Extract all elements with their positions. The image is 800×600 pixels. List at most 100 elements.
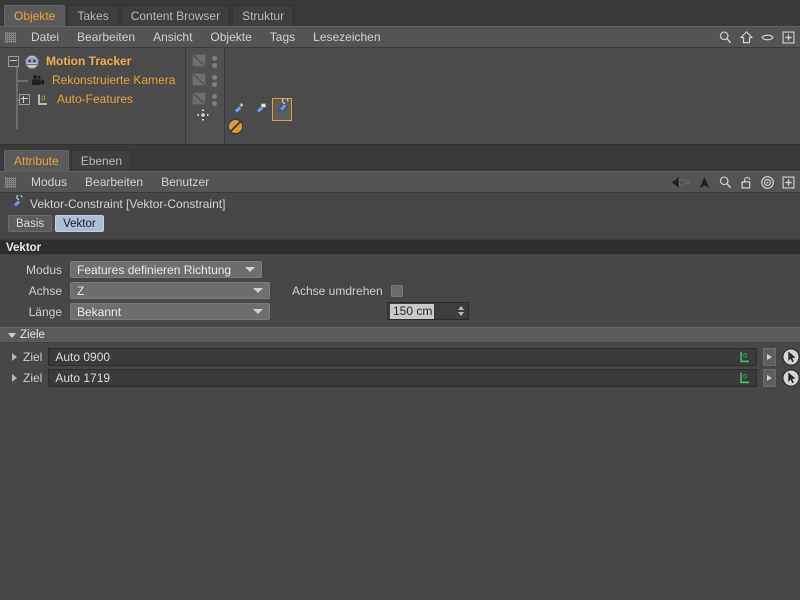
tree-collapse-toggle[interactable]	[8, 56, 19, 67]
dropdown-achse-value: Z	[77, 283, 85, 298]
tab-takes[interactable]: Takes	[67, 5, 119, 26]
section-ziele-label: Ziele	[20, 329, 45, 341]
vector-constraint-tag-add-icon[interactable]	[228, 101, 246, 119]
drag-grip-icon[interactable]	[5, 176, 16, 188]
field-row-modus: Modus Features definieren Richtung	[0, 259, 800, 280]
camera-icon	[32, 74, 44, 85]
chevron-down-icon[interactable]	[8, 332, 16, 338]
object-row-motion-tracker[interactable]: Motion Tracker	[0, 52, 800, 71]
svg-text:0: 0	[41, 95, 45, 102]
arrow-right-icon	[767, 374, 772, 381]
object-manager-menubar: Datei Bearbeiten Ansicht Objekte Tags Le…	[0, 26, 800, 48]
visibility-dots[interactable]	[211, 94, 218, 106]
ziel-expand-button-0[interactable]	[763, 347, 776, 366]
param-tab-vektor[interactable]: Vektor	[55, 215, 104, 232]
render-visibility-dot[interactable]	[212, 63, 217, 68]
vector-constraint-tag-active-icon	[276, 97, 289, 113]
menu-ansicht[interactable]: Ansicht	[144, 27, 201, 47]
object-enable-toggle[interactable]	[192, 54, 206, 67]
object-name: Rekonstruierte Kamera	[52, 73, 176, 87]
menu-bearbeiten[interactable]: Bearbeiten	[68, 27, 144, 47]
menu-objekte[interactable]: Objekte	[201, 27, 260, 47]
editor-visibility-dot[interactable]	[212, 75, 217, 80]
unlock-icon[interactable]	[739, 175, 754, 190]
ziel-value: Auto 1719	[55, 370, 111, 385]
object-manager-tree[interactable]: Motion Tracker Rekonstruierte Kamera 0 A…	[0, 48, 800, 145]
spinner-down-icon[interactable]	[458, 312, 464, 316]
link-field-ziel-0[interactable]: Auto 0900 0	[48, 347, 757, 366]
vector-constraint-tag-selected[interactable]	[272, 97, 292, 121]
spinner-laenge-wert[interactable]	[458, 306, 464, 316]
object-name: Motion Tracker	[46, 54, 132, 68]
menu-modus[interactable]: Modus	[22, 172, 76, 192]
attribute-manager-tabstrip: Attribute Ebenen	[0, 145, 800, 171]
vector-constraint-icon	[10, 195, 23, 210]
param-tab-basis[interactable]: Basis	[8, 215, 53, 232]
back-arrow-icon[interactable]	[671, 175, 691, 190]
editor-visibility-dot[interactable]	[212, 94, 217, 99]
input-laenge-wert[interactable]: 150 cm	[387, 302, 469, 320]
no-entry-icon[interactable]	[227, 118, 244, 135]
menu-lesezeichen[interactable]: Lesezeichen	[304, 27, 389, 47]
tab-ebenen[interactable]: Ebenen	[70, 150, 133, 171]
chevron-right-icon[interactable]	[12, 352, 17, 361]
section-header-vektor: Vektor	[0, 239, 800, 255]
render-visibility-dot[interactable]	[212, 101, 217, 106]
ziel-expand-button-1[interactable]	[763, 368, 776, 387]
vector-constraint-tag-icon[interactable]	[250, 101, 268, 119]
plus-box-icon[interactable]	[781, 175, 796, 190]
link-field-ziel-1[interactable]: Auto 1719 0	[48, 368, 757, 387]
chevron-down-icon	[245, 267, 255, 272]
tab-attribute[interactable]: Attribute	[4, 150, 69, 171]
svg-text:0: 0	[743, 373, 747, 380]
search-icon[interactable]	[718, 175, 733, 190]
dropdown-laenge[interactable]: Bekannt	[70, 303, 270, 320]
chevron-down-icon	[253, 309, 263, 314]
tree-expand-toggle[interactable]	[19, 94, 30, 105]
visibility-dots[interactable]	[211, 75, 218, 87]
pick-object-button-1[interactable]	[782, 368, 800, 387]
checkbox-achse-umdrehen[interactable]	[390, 284, 403, 297]
drag-grip-icon[interactable]	[5, 31, 16, 43]
tab-struktur[interactable]: Struktur	[232, 5, 295, 26]
plus-box-icon[interactable]	[781, 30, 796, 45]
section-header-ziele[interactable]: Ziele	[0, 327, 800, 343]
object-row-rekonstruierte-kamera[interactable]: Rekonstruierte Kamera	[0, 71, 800, 90]
axis-move-icon[interactable]	[196, 108, 210, 122]
menu-benutzer[interactable]: Benutzer	[152, 172, 218, 192]
editor-visibility-dot[interactable]	[212, 56, 217, 61]
laenge-wert-value: 150 cm	[390, 303, 435, 319]
object-name: Auto-Features	[57, 92, 134, 106]
dropdown-achse[interactable]: Z	[70, 282, 270, 299]
object-enable-toggle[interactable]	[192, 73, 206, 86]
menu-tags[interactable]: Tags	[261, 27, 304, 47]
visibility-dots[interactable]	[211, 56, 218, 68]
label-achse-umdrehen: Achse umdrehen	[292, 283, 383, 298]
label-ziel: Ziel	[23, 370, 43, 385]
chevron-right-icon[interactable]	[12, 373, 17, 382]
attribute-manager-menubar: Modus Bearbeiten Benutzer	[0, 171, 800, 193]
object-manager-toolbar	[718, 27, 796, 47]
pick-object-button-0[interactable]	[782, 347, 800, 366]
render-visibility-dot[interactable]	[212, 82, 217, 87]
home-icon[interactable]	[739, 30, 754, 45]
target-icon[interactable]	[760, 175, 775, 190]
dropdown-modus[interactable]: Features definieren Richtung	[70, 261, 262, 278]
ziel-row-0: Ziel Auto 0900 0	[0, 346, 800, 367]
spinner-up-icon[interactable]	[458, 306, 464, 310]
tab-content-browser[interactable]: Content Browser	[120, 5, 231, 26]
label-laenge: Länge	[28, 304, 62, 319]
object-enable-toggle[interactable]	[192, 92, 206, 105]
tab-objekte[interactable]: Objekte	[4, 5, 66, 26]
attribute-title-text: Vektor-Constraint [Vektor-Constraint]	[30, 196, 226, 211]
chevron-down-icon	[253, 288, 263, 293]
svg-text:0: 0	[743, 352, 747, 359]
object-manager-tabstrip: Objekte Takes Content Browser Struktur	[0, 0, 800, 26]
menu-datei[interactable]: Datei	[22, 27, 68, 47]
object-row-auto-features[interactable]: 0 Auto-Features	[0, 90, 800, 109]
up-arrow-icon[interactable]	[697, 175, 712, 190]
menu-bearbeiten[interactable]: Bearbeiten	[76, 172, 152, 192]
eye-icon[interactable]	[760, 30, 775, 45]
search-icon[interactable]	[718, 30, 733, 45]
attribute-object-title: Vektor-Constraint [Vektor-Constraint]	[0, 193, 800, 214]
